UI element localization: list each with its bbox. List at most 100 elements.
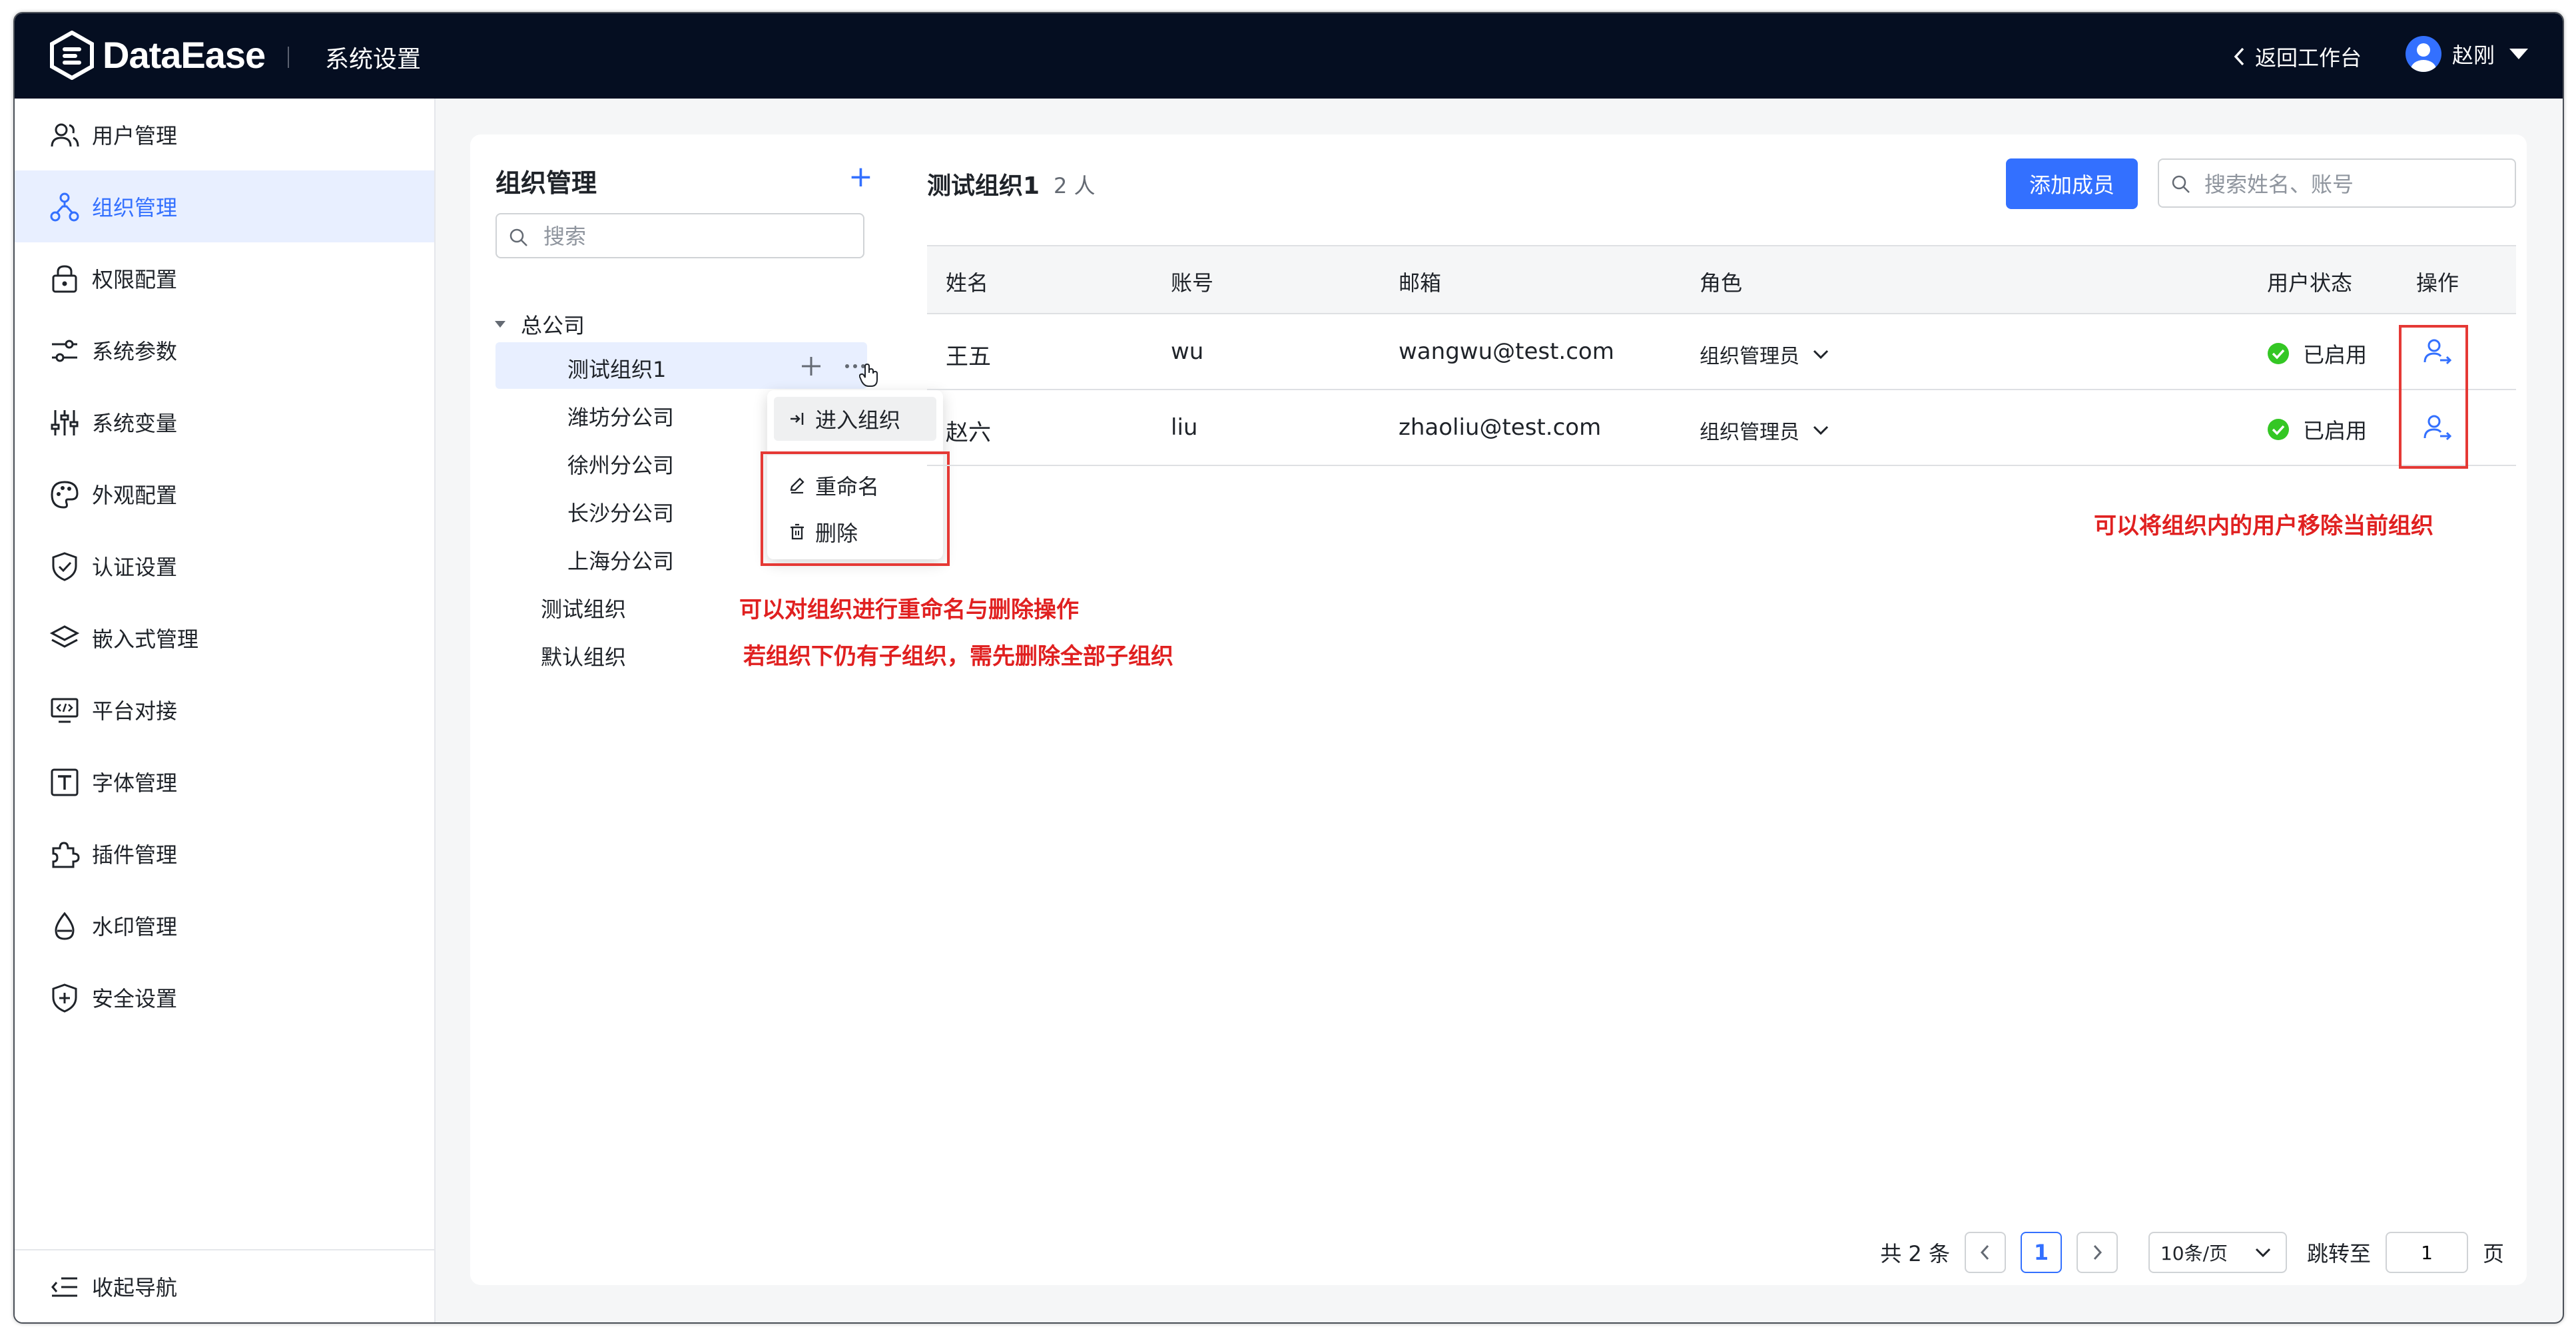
search-icon	[509, 228, 527, 246]
org-search-field[interactable]	[495, 213, 864, 258]
caret-down-icon	[495, 321, 505, 328]
droplet-icon	[55, 912, 75, 940]
cell-email: zhaoliu@test.com	[1399, 414, 1602, 441]
highlight-box-menu	[761, 451, 950, 566]
sidebar-item-label: 认证设置	[92, 555, 178, 580]
column-header-email: 邮箱	[1399, 270, 1442, 296]
shield-check-icon	[52, 552, 77, 581]
role-select[interactable]: 组织管理员	[1700, 340, 1830, 369]
column-header-status: 用户状态	[2267, 270, 2353, 296]
page-number-button[interactable]: 1	[2020, 1232, 2062, 1273]
status-value: 已启用	[2303, 418, 2368, 443]
sidebar-item-permissions[interactable]: 权限配置	[15, 242, 434, 314]
role-select[interactable]: 组织管理员	[1700, 415, 1830, 445]
org-tree-panel: 组织管理 + 总公司 测试组织1 潍坊分公司 徐州分公司 长沙分公司 上海分公司…	[470, 134, 1173, 1285]
tree-node-xuzhou[interactable]: 徐州分公司	[567, 449, 674, 479]
tree-node-test-org-1[interactable]: 测试组织1	[567, 353, 666, 384]
status-value: 已启用	[2303, 342, 2368, 368]
add-org-button[interactable]: +	[848, 162, 873, 192]
pagination: 共 2 条 1 10条/页 跳转至 页	[1880, 1230, 2504, 1274]
menu-enter-org[interactable]: 进入组织	[774, 397, 936, 441]
back-label: 返回工作台	[2255, 45, 2362, 71]
user-avatar-icon	[2411, 43, 2436, 72]
cell-email: wangwu@test.com	[1399, 338, 1614, 365]
role-value: 组织管理员	[1700, 421, 1799, 444]
page-size-select[interactable]: 10条/页	[2148, 1232, 2287, 1273]
member-search-input[interactable]	[2203, 170, 2505, 198]
sidebar-item-label: 系统变量	[92, 411, 178, 436]
monitor-code-icon	[51, 698, 79, 723]
page-size-value: 10条/页	[2160, 1242, 2228, 1264]
table-row: 赵六 liu zhaoliu@test.com 组织管理员 已启用	[927, 390, 2516, 466]
sidebar-item-label: 插件管理	[92, 842, 178, 868]
tree-node-weifang[interactable]: 潍坊分公司	[567, 401, 674, 431]
sidebar-item-appearance[interactable]: 外观配置	[15, 458, 434, 530]
top-divider	[288, 47, 289, 68]
table-header: 姓名 账号 邮箱 角色 用户状态 操作	[927, 245, 2516, 314]
prev-page-button[interactable]	[1964, 1232, 2006, 1273]
sidebar-item-auth[interactable]: 认证设置	[15, 530, 434, 602]
cell-account: wu	[1171, 338, 1204, 365]
add-child-icon[interactable]	[799, 354, 823, 378]
layers-icon	[49, 625, 80, 648]
jump-label: 跳转至	[2306, 1241, 2371, 1266]
search-icon	[2172, 175, 2190, 193]
variables-icon	[51, 410, 79, 435]
sidebar-item-fonts[interactable]: 字体管理	[15, 746, 434, 818]
collapse-nav-button[interactable]: 收起导航	[15, 1250, 434, 1322]
tree-node-root[interactable]: 总公司	[493, 309, 585, 340]
column-header-account: 账号	[1171, 270, 1214, 296]
member-count: 2 人	[1054, 173, 1096, 198]
sidebar-item-watermark[interactable]: 水印管理	[15, 890, 434, 961]
enter-icon	[791, 413, 804, 425]
sidebar-item-security[interactable]: 安全设置	[15, 961, 434, 1033]
tree-node-test-org[interactable]: 测试组织	[541, 593, 626, 623]
page-unit-label: 页	[2482, 1241, 2504, 1266]
caret-down-icon	[2509, 49, 2529, 59]
jump-page-input[interactable]	[2385, 1232, 2468, 1273]
collapse-nav-label: 收起导航	[92, 1275, 178, 1300]
sidebar-item-label: 权限配置	[92, 267, 178, 292]
org-tree-title: 组织管理	[495, 168, 597, 198]
sidebar-item-embedded[interactable]: 嵌入式管理	[15, 602, 434, 674]
avatar	[2406, 36, 2441, 72]
sidebar-item-label: 平台对接	[92, 698, 178, 724]
member-search-field[interactable]	[2158, 158, 2516, 208]
sidebar-item-variables[interactable]: 系统变量	[15, 386, 434, 458]
sidebar-footer: 收起导航	[15, 1249, 434, 1322]
cell-name: 赵六	[946, 419, 991, 446]
highlight-box-actions	[2399, 325, 2468, 469]
section-title: 系统设置	[325, 46, 422, 73]
org-tree-icon	[50, 192, 79, 222]
app-window: DataEase 系统设置 返回工作台 赵刚 用户管理 组织管理 权限配置 系统…	[13, 12, 2564, 1324]
puzzle-icon	[52, 842, 80, 868]
sidebar-item-label: 嵌入式管理	[92, 627, 199, 652]
back-to-workbench-link[interactable]: 返回工作台	[2232, 41, 2362, 72]
sidebar-item-label: 外观配置	[92, 483, 178, 508]
sidebar-item-plugins[interactable]: 插件管理	[15, 818, 434, 890]
sidebar-item-label: 安全设置	[92, 986, 178, 1011]
font-icon	[51, 768, 79, 796]
next-page-button[interactable]	[2076, 1232, 2118, 1273]
annotation-remove-user: 可以将组织内的用户移除当前组织	[2094, 513, 2433, 539]
menu-enter-label: 进入组织	[815, 407, 901, 433]
chevron-down-icon	[1813, 425, 1829, 435]
collapse-nav-icon	[51, 1277, 77, 1297]
org-search-input[interactable]	[542, 222, 851, 250]
user-menu[interactable]: 赵刚	[2406, 36, 2529, 72]
sidebar-item-params[interactable]: 系统参数	[15, 314, 434, 386]
chevron-down-icon	[2255, 1248, 2271, 1258]
sidebar-item-platform[interactable]: 平台对接	[15, 674, 434, 746]
tree-node-default-org[interactable]: 默认组织	[541, 641, 626, 671]
chevron-left-icon	[1980, 1244, 1989, 1260]
column-header-name: 姓名	[946, 270, 989, 296]
sidebar-item-users[interactable]: 用户管理	[15, 99, 434, 170]
sidebar-item-org[interactable]: 组织管理	[15, 170, 434, 242]
status-cell: 已启用	[2267, 414, 2367, 445]
user-name: 赵刚	[2452, 43, 2495, 68]
sliders-icon	[52, 340, 77, 362]
tree-node-shanghai[interactable]: 上海分公司	[567, 545, 674, 575]
tree-node-changsha[interactable]: 长沙分公司	[567, 497, 674, 527]
check-circle-icon	[2268, 419, 2289, 440]
add-member-button[interactable]: 添加成员	[2006, 158, 2138, 209]
